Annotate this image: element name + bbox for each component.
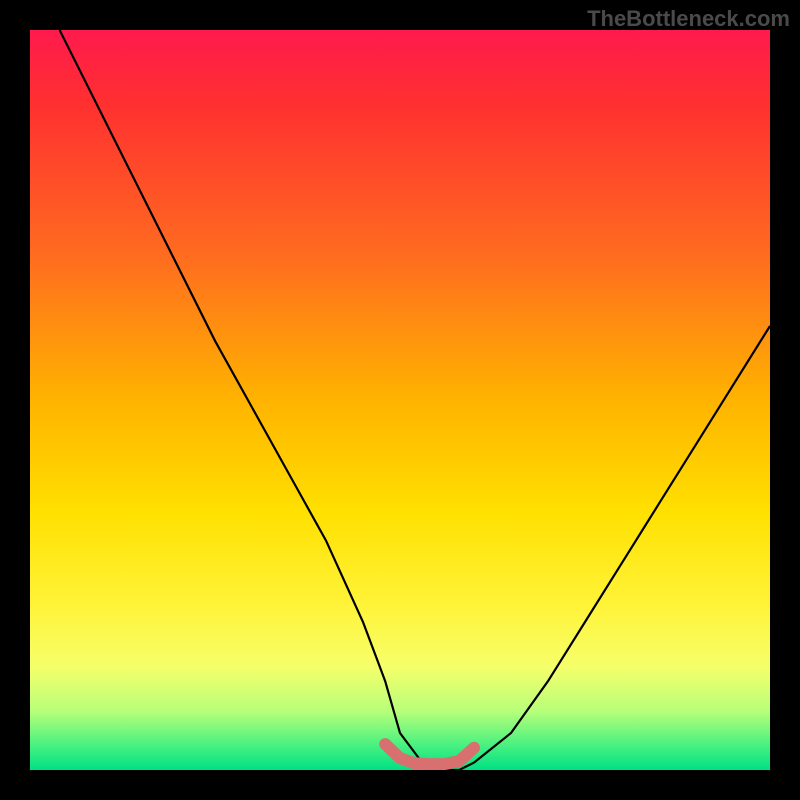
chart-frame: TheBottleneck.com	[0, 0, 800, 800]
watermark-text: TheBottleneck.com	[587, 6, 790, 32]
curve-svg	[30, 30, 770, 770]
optimal-band-curve	[385, 744, 474, 764]
bottleneck-curve	[60, 30, 770, 770]
plot-area	[30, 30, 770, 770]
